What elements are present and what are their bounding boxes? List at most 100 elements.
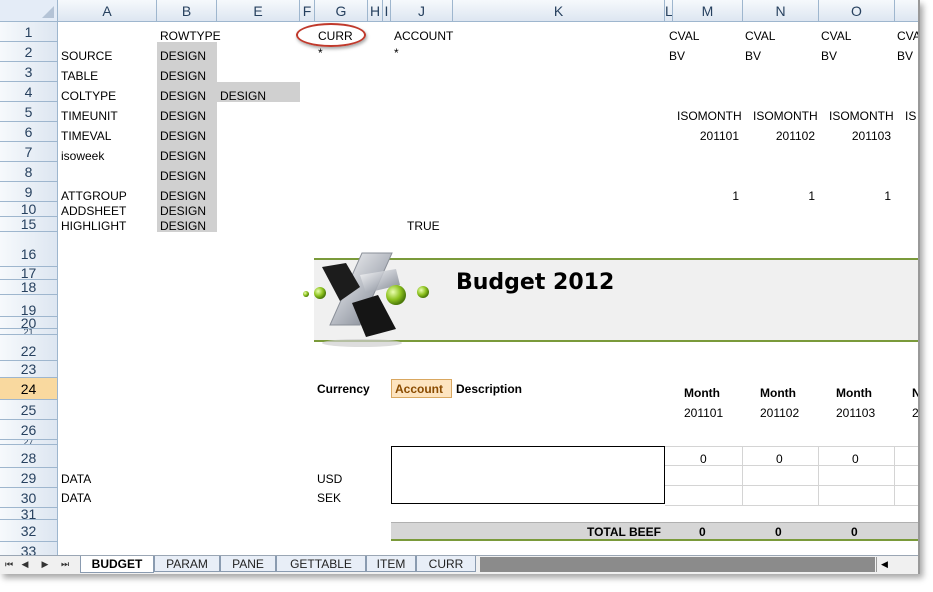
cell-a10[interactable]: ADDSHEET [61,204,126,218]
cell-o9[interactable]: 1 [819,189,891,203]
row-header[interactable]: 1 [0,22,58,42]
cell-o2[interactable]: BV [821,49,837,63]
cell-n9[interactable]: 1 [743,189,815,203]
row-header[interactable]: 17 [0,267,58,280]
row-header[interactable]: 28 [0,445,58,468]
tab-param[interactable]: PARAM [154,556,220,572]
cell-n1[interactable]: CVAL [745,29,775,43]
total-m[interactable]: 0 [699,525,706,539]
col-header-p[interactable] [895,0,920,22]
cell-a5[interactable]: TIMEUNIT [61,109,118,123]
row-header[interactable]: 4 [0,82,58,102]
select-all-corner[interactable] [0,0,58,22]
cell-a6[interactable]: TIMEVAL [61,129,111,143]
grid-cell[interactable] [743,486,819,506]
cell-m2[interactable]: BV [669,49,685,63]
grid-cell[interactable] [665,486,743,506]
cell-n2[interactable]: BV [745,49,761,63]
row-header[interactable]: 30 [0,488,58,508]
cell-j2[interactable]: * [394,46,399,60]
cell-g30[interactable]: SEK [317,491,341,505]
tab-gettable[interactable]: GETTABLE [276,556,366,572]
cell-a3[interactable]: TABLE [61,69,98,83]
grid-cell[interactable] [819,486,895,506]
tab-item[interactable]: ITEM [366,556,416,572]
row-header[interactable]: 16 [0,232,58,267]
cell-b15[interactable]: DESIGN [160,219,206,233]
row-header[interactable]: 18 [0,280,58,295]
row-header[interactable]: 32 [0,520,58,542]
row-header[interactable]: 25 [0,400,58,420]
row-header[interactable]: 7 [0,142,58,162]
month-header-o[interactable]: Month [836,386,872,400]
grid-cell[interactable] [665,466,743,486]
cell-m28[interactable]: 0 [700,452,707,466]
row-header[interactable]: 26 [0,420,58,440]
month-value-m[interactable]: 201101 [684,406,723,420]
row-header[interactable]: 22 [0,335,58,361]
cell-b9[interactable]: DESIGN [160,189,206,203]
currency-header[interactable]: Currency [317,382,370,396]
row-header[interactable]: 29 [0,468,58,488]
row-header-selected[interactable]: 24 [0,378,58,400]
month-value-o[interactable]: 201103 [836,406,875,420]
col-header-e[interactable]: E [217,0,300,22]
cell-b4[interactable]: DESIGN [160,89,206,103]
row-header[interactable]: 20 [0,317,58,329]
cell-b2[interactable]: DESIGN [160,49,206,63]
col-header-i[interactable]: I [383,0,391,22]
last-sheet-icon[interactable]: ⏭ [58,558,72,571]
col-header-a[interactable]: A [58,0,157,22]
cell-o6[interactable]: 201103 [819,129,891,143]
cell-b7[interactable]: DESIGN [160,149,206,163]
cell-m1[interactable]: CVAL [669,29,699,43]
cell-a4[interactable]: COLTYPE [61,89,116,103]
row-header[interactable]: 10 [0,202,58,217]
col-header-j[interactable]: J [391,0,453,22]
grid-cell[interactable] [743,466,819,486]
cell-m5[interactable]: ISOMONTH [677,109,742,123]
row-header[interactable]: 5 [0,102,58,122]
row-header[interactable]: 15 [0,217,58,232]
cell-n28[interactable]: 0 [776,452,783,466]
col-header-l[interactable]: L [665,0,673,22]
cell-b8[interactable]: DESIGN [160,169,206,183]
col-header-h[interactable]: H [368,0,383,22]
col-header-o[interactable]: O [819,0,895,22]
row-header[interactable]: 3 [0,62,58,82]
grid-cell[interactable] [819,466,895,486]
grid-cell[interactable] [895,446,920,466]
row-header[interactable]: 31 [0,508,58,520]
cell-p1[interactable]: CVA [897,29,920,43]
cell-j1[interactable]: ACCOUNT [394,29,453,43]
cell-j15[interactable]: TRUE [407,219,440,233]
total-o[interactable]: 0 [851,525,858,539]
tab-pane[interactable]: PANE [220,556,276,572]
month-value-n[interactable]: 201102 [760,406,799,420]
cell-o5[interactable]: ISOMONTH [829,109,894,123]
cell-o28[interactable]: 0 [852,452,859,466]
cell-n5[interactable]: ISOMONTH [753,109,818,123]
row-header[interactable]: 8 [0,162,58,182]
cell-g29[interactable]: USD [317,472,342,486]
total-label[interactable]: TOTAL BEEF [453,525,661,539]
cell-a9[interactable]: ATTGROUP [61,189,127,203]
cell-b5[interactable]: DESIGN [160,109,206,123]
cell-m6[interactable]: 201101 [673,129,739,143]
cell-n6[interactable]: 201102 [743,129,815,143]
grid-cell[interactable] [895,486,920,506]
total-n[interactable]: 0 [775,525,782,539]
col-header-k[interactable]: K [453,0,665,22]
prev-sheet-icon[interactable]: ◀ [18,558,32,571]
cell-a29[interactable]: DATA [61,472,91,486]
cell-a2[interactable]: SOURCE [61,49,112,63]
cell-m9[interactable]: 1 [673,189,739,203]
col-header-m[interactable]: M [673,0,743,22]
cell-b3[interactable]: DESIGN [160,69,206,83]
scroll-left-arrow-icon[interactable]: ◀ [876,557,920,572]
cell-b10[interactable]: DESIGN [160,204,206,218]
row-header[interactable]: 2 [0,42,58,62]
description-header[interactable]: Description [456,382,522,396]
row-header[interactable]: 19 [0,295,58,317]
cell-a30[interactable]: DATA [61,491,91,505]
